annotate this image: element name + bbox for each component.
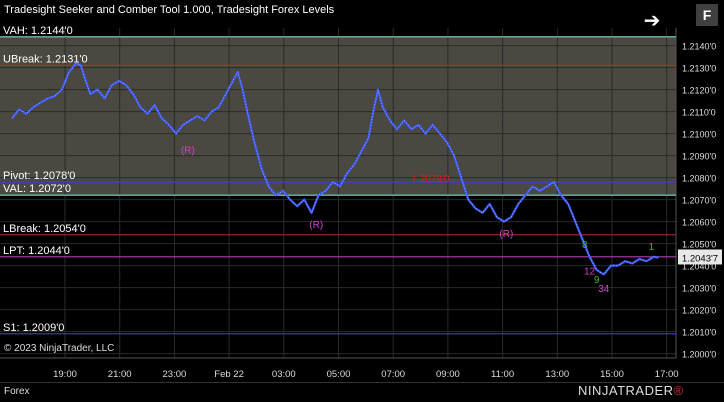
y-tick-label: 1.2110'0 — [682, 108, 716, 118]
copyright-text: © 2023 NinjaTrader, LLC — [4, 343, 115, 354]
y-tick-label: 1.2010'0 — [682, 328, 716, 338]
x-tick-label: 11:00 — [491, 369, 514, 380]
level-label: VAH: 1.2144'0 — [3, 25, 73, 37]
chart-annotation: (R) — [181, 145, 195, 156]
logo-mark: ® — [673, 383, 684, 398]
level-label: LPT: 1.2044'0 — [3, 245, 70, 257]
y-tick-label: 1.2090'0 — [682, 152, 716, 162]
level-label: VAL: 1.2072'0 — [3, 183, 71, 195]
level-label: Pivot: 1.2078'0 — [3, 170, 75, 182]
y-tick-label: 1.2120'0 — [682, 86, 716, 96]
level-label: S1: 1.2009'0 — [3, 322, 64, 334]
arrow-right-icon[interactable]: ➔ — [640, 10, 664, 32]
x-tick-label: 15:00 — [600, 369, 624, 380]
y-tick-label: 1.2130'0 — [682, 64, 716, 74]
x-tick-label: Feb 22 — [214, 369, 244, 380]
logo-text: NINJATRADER — [578, 383, 674, 398]
y-tick-label: 1.2080'0 — [682, 174, 716, 184]
x-tick-label: 05:00 — [327, 369, 351, 380]
x-tick-label: 07:00 — [381, 369, 405, 380]
chart-annotation: (R) — [499, 229, 513, 240]
x-tick-label: 09:00 — [436, 369, 460, 380]
x-tick-label: 23:00 — [163, 369, 187, 380]
x-tick-label: 19:00 — [53, 369, 77, 380]
level-label: LBreak: 1.2054'0 — [3, 223, 86, 235]
price-chart[interactable]: 1.2140'0 1.2130'0 1.2120'0 1.2110'0 1.2100'0… — [0, 0, 724, 401]
chart-annotation: 8 — [582, 240, 588, 251]
y-tick-label: 1.2050'0 — [682, 240, 716, 250]
y-tick-label: 1.2020'0 — [682, 306, 716, 316]
chart-annotation: 1.2078'0 — [411, 174, 449, 185]
chart-annotation: (R) — [309, 220, 323, 231]
f-button[interactable]: F — [696, 4, 718, 26]
y-tick-label: 1.2140'0 — [682, 42, 716, 52]
x-tick-label: 13:00 — [545, 369, 569, 380]
chart-annotation: 1 — [649, 242, 655, 253]
last-price-label: 1.2043'7 — [682, 253, 718, 264]
y-tick-label: 1.2030'0 — [682, 284, 716, 294]
x-tick-label: 21:00 — [108, 369, 132, 380]
y-tick-label: 1.2100'0 — [682, 130, 716, 140]
chart-annotation: 34 — [598, 284, 610, 295]
chart-annotation: 9 — [594, 275, 600, 286]
ninjatrader-logo: NINJATRADER® — [578, 383, 684, 398]
y-tick-label: 1.2070'0 — [682, 196, 716, 206]
x-tick-label: 17:00 — [655, 369, 679, 380]
chart-title: Tradesight Seeker and Comber Tool 1.000,… — [4, 4, 335, 16]
y-tick-label: 1.2060'0 — [682, 218, 716, 228]
x-tick-label: 03:00 — [272, 369, 296, 380]
tab-forex[interactable]: Forex — [4, 386, 30, 397]
y-tick-label: 1.2000'0 — [682, 350, 716, 360]
